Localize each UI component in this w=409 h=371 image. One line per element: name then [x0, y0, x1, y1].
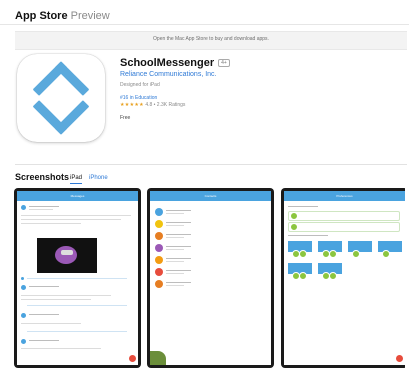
compose-button[interactable]: [129, 355, 136, 362]
contact-avatar-icon: [155, 268, 163, 276]
contact-name-line: [166, 270, 191, 271]
screenshot-1-screen: Messages: [17, 191, 138, 365]
contact-detail-line: [166, 249, 184, 250]
section-divider: [15, 164, 407, 165]
contact-detail-line: [166, 285, 184, 286]
message-line: [21, 323, 81, 324]
contact-type-icon: [290, 212, 298, 220]
rating-text: 4.8 • 2.3K Ratings: [145, 102, 186, 108]
screen-title: Preferences: [336, 194, 353, 198]
message-line: [29, 340, 59, 341]
message-line: [21, 348, 101, 349]
contact-avatar-icon: [155, 232, 163, 240]
message-line: [21, 295, 111, 296]
preference-toggle-icon: [329, 272, 337, 280]
price-label: Free: [120, 115, 131, 121]
screen-app-bar: Preferences: [284, 191, 405, 201]
contact-detail-line: [166, 261, 184, 262]
contact-name-line: [166, 234, 191, 235]
developer-link[interactable]: Reliance Communications, Inc.: [120, 71, 217, 78]
preference-tile[interactable]: [378, 241, 402, 252]
message-line: [29, 314, 59, 315]
message-line: [21, 219, 121, 220]
screen-title: Messages: [70, 194, 85, 198]
section-heading-line: [288, 235, 328, 236]
store-section: Preview: [70, 10, 110, 22]
preference-toggle-icon: [352, 250, 360, 258]
preference-toggle-icon: [299, 250, 307, 258]
contact-detail-line: [166, 273, 184, 274]
contact-detail-line: [166, 225, 184, 226]
contact-avatar-icon: [155, 244, 163, 252]
screen-title: Contacts: [204, 194, 217, 198]
video-thumbnail[interactable]: [37, 238, 97, 273]
contact-name-line: [166, 246, 191, 247]
designed-for: Designed for iPad: [120, 82, 160, 88]
contact-field[interactable]: [288, 211, 400, 221]
rating-row: ★★★★★ 4.8 • 2.3K Ratings: [120, 102, 185, 108]
contact-name-line: [166, 258, 191, 259]
top-bar: App Store Preview: [0, 0, 409, 25]
carousel-edge: [405, 188, 409, 371]
store-name: App Store: [15, 10, 68, 22]
audio-icon: [21, 277, 24, 280]
app-icon: [17, 54, 105, 142]
message-line: [21, 215, 131, 216]
screenshot-1[interactable]: Messages: [14, 188, 141, 368]
screenshot-2[interactable]: Contacts: [147, 188, 274, 368]
contact-avatar-icon: [155, 256, 163, 264]
screenshot-3-screen: Preferences: [284, 191, 405, 365]
rating-stars-icon: ★★★★★: [120, 102, 144, 108]
mac-app-store-banner[interactable]: Open the Mac App Store to buy and downlo…: [15, 31, 407, 50]
progress-track[interactable]: [27, 305, 127, 306]
age-rating-badge: 4+: [218, 59, 230, 67]
tab-ipad-indicator: [70, 183, 82, 184]
sender-avatar-icon: [21, 313, 26, 318]
sender-avatar-icon: [21, 339, 26, 344]
contact-avatar-icon: [155, 280, 163, 288]
contact-name-line: [166, 210, 191, 211]
contact-type-icon: [290, 223, 298, 231]
category-rank[interactable]: #16 in Education: [120, 95, 157, 101]
message-line: [29, 209, 53, 210]
contact-name-line: [166, 222, 191, 223]
preference-tile[interactable]: [348, 241, 372, 252]
progress-track[interactable]: [27, 331, 127, 332]
tab-ipad[interactable]: iPad: [70, 175, 82, 181]
vr-headset-image: [55, 246, 77, 264]
section-heading-line: [288, 206, 318, 207]
contact-detail-line: [166, 213, 184, 214]
preference-toggle-icon: [299, 272, 307, 280]
contact-name-line: [166, 282, 191, 283]
action-button[interactable]: [396, 355, 403, 362]
screenshot-2-screen: Contacts: [150, 191, 271, 365]
app-name: SchoolMessenger 4+: [120, 57, 230, 69]
preference-toggle-icon: [382, 250, 390, 258]
message-line: [29, 286, 59, 287]
sender-avatar-icon: [21, 285, 26, 290]
screen-app-bar: Messages: [17, 191, 138, 201]
screen-app-bar: Contacts: [150, 191, 271, 201]
preference-toggle-icon: [329, 250, 337, 258]
screenshots-heading: Screenshots: [15, 172, 70, 182]
app-name-text: SchoolMessenger: [120, 57, 215, 69]
contact-avatar-icon: [155, 208, 163, 216]
message-line: [29, 206, 59, 207]
tab-iphone[interactable]: iPhone: [89, 175, 108, 181]
store-brand[interactable]: App Store Preview: [15, 10, 110, 22]
vr-visor-icon: [61, 250, 73, 255]
contact-field[interactable]: [288, 222, 400, 232]
banner-text: Open the Mac App Store to buy and downlo…: [153, 36, 269, 42]
contact-avatar-icon: [155, 220, 163, 228]
screenshot-3[interactable]: Preferences: [281, 188, 408, 368]
photo-thumbnail: [150, 351, 166, 365]
message-line: [21, 223, 81, 224]
schoolmessenger-logo-icon: [33, 61, 89, 135]
sender-avatar-icon: [21, 205, 26, 210]
progress-track[interactable]: [27, 278, 127, 279]
contact-detail-line: [166, 237, 184, 238]
message-line: [21, 299, 91, 300]
